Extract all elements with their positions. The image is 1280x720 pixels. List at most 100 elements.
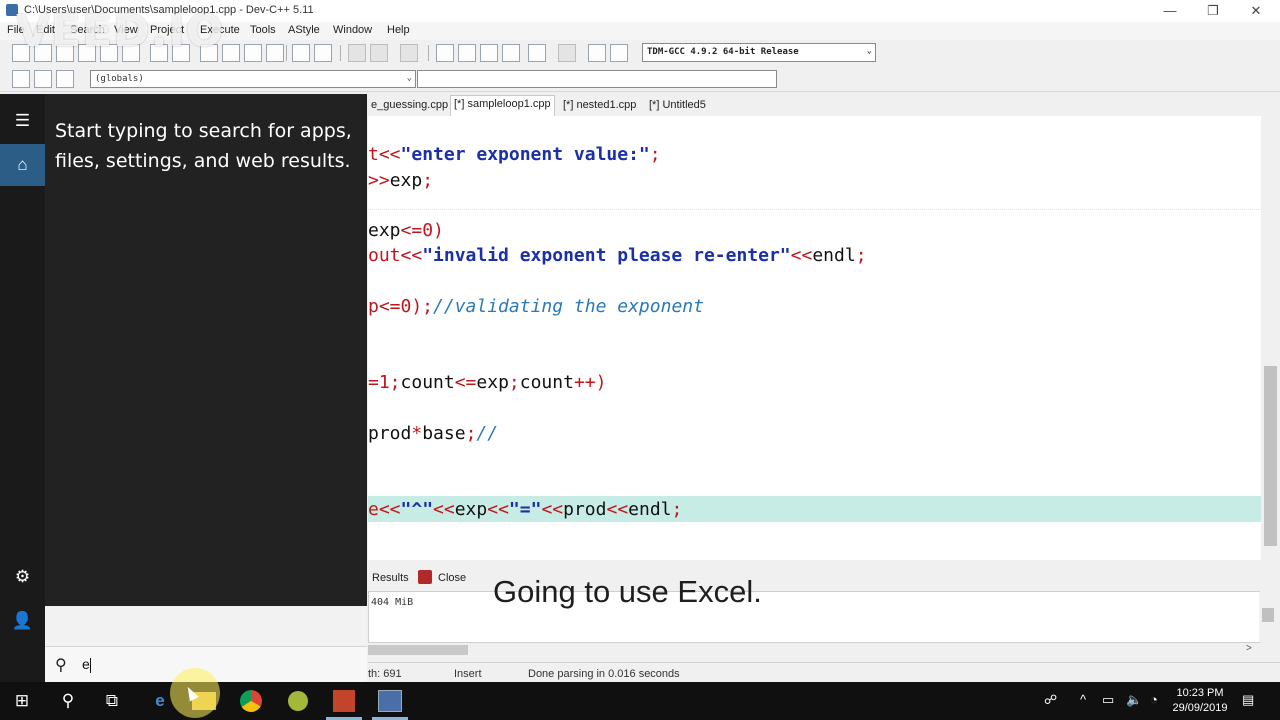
scrollbar-thumb[interactable] xyxy=(1262,608,1274,622)
log-horizontal-scrollbar[interactable]: > xyxy=(368,643,1260,657)
log-text: 404 MiB xyxy=(371,597,414,608)
menu-search[interactable]: Search xyxy=(70,24,105,36)
menu-view[interactable]: View xyxy=(114,24,138,36)
text-caret xyxy=(90,658,91,673)
find-next-icon[interactable] xyxy=(244,44,262,62)
compile-run-icon[interactable] xyxy=(480,44,498,62)
chrome-browser-icon[interactable] xyxy=(240,690,262,712)
chevron-down-icon: ⌄ xyxy=(866,46,872,56)
menu-file[interactable]: File xyxy=(7,24,25,36)
redo-icon[interactable] xyxy=(172,44,190,62)
undo-icon[interactable] xyxy=(150,44,168,62)
editor-tabs: e_guessing.cpp [*] sampleloop1.cpp [*] n… xyxy=(368,94,1280,116)
panel-close-button[interactable]: Close xyxy=(438,572,466,584)
code-line: prod*base;// xyxy=(368,423,499,444)
scrollbar-thumb[interactable] xyxy=(368,645,468,655)
chevron-up-icon[interactable]: ^ xyxy=(1080,692,1086,707)
scroll-right-icon[interactable]: > xyxy=(1246,643,1252,654)
compiler-select[interactable]: TDM-GCC 4.9.2 64-bit Release ⌄ xyxy=(642,43,876,62)
task-view-icon[interactable]: ⧉ xyxy=(98,688,126,714)
clock[interactable]: 10:23 PM 29/09/2019 xyxy=(1170,686,1230,716)
menu-edit[interactable]: Edit xyxy=(36,24,55,36)
tab-guessing[interactable]: e_guessing.cpp xyxy=(368,97,451,116)
save-icon[interactable] xyxy=(56,44,74,62)
screen: C:\Users\user\Documents\sampleloop1.cpp … xyxy=(0,0,1280,720)
windows-start-icon[interactable]: ⊞ xyxy=(8,688,36,714)
editor-vertical-scrollbar[interactable] xyxy=(1261,116,1280,560)
scrollbar-thumb[interactable] xyxy=(1264,366,1277,546)
status-length: th: 691 xyxy=(368,668,402,680)
restore-button[interactable]: ❐ xyxy=(1193,0,1233,22)
code-editor[interactable]: t<<"enter exponent value:"; >>exp; exp<=… xyxy=(368,116,1261,560)
forward-icon[interactable] xyxy=(370,44,388,62)
tab-nested1[interactable]: [*] nested1.cpp xyxy=(560,97,639,116)
powerpoint-icon[interactable] xyxy=(333,690,355,712)
window-title: C:\Users\user\Documents\sampleloop1.cpp … xyxy=(24,4,314,16)
save-all-icon[interactable] xyxy=(78,44,96,62)
member-select[interactable] xyxy=(417,70,777,88)
code-line: e<<"^"<<exp<<"="<<prod<<endl; xyxy=(368,499,683,520)
goto-line-icon[interactable] xyxy=(266,44,284,62)
syntax-check-icon[interactable] xyxy=(528,44,546,62)
minimize-button[interactable]: — xyxy=(1150,0,1190,22)
unindent-icon[interactable] xyxy=(314,44,332,62)
network-icon[interactable]: ◔ xyxy=(1150,692,1158,707)
codeblocks-icon[interactable] xyxy=(288,691,308,711)
code-line: >>exp; xyxy=(368,170,434,191)
scope-select[interactable]: (globals) ⌄ xyxy=(90,70,416,88)
chevron-down-icon: ⌄ xyxy=(406,73,412,83)
indent-icon[interactable] xyxy=(292,44,310,62)
bookmark-icon[interactable] xyxy=(400,44,418,62)
settings-gear-icon[interactable]: ⚙ xyxy=(0,556,45,598)
home-icon[interactable]: ⌂ xyxy=(0,144,45,186)
search-icon[interactable]: ⚲ xyxy=(54,688,82,714)
tab-sampleloop1[interactable]: [*] sampleloop1.cpp xyxy=(450,95,555,116)
profile-chart-icon[interactable] xyxy=(588,44,606,62)
insert-icon[interactable] xyxy=(12,70,30,88)
video-caption: Going to use Excel. xyxy=(493,574,762,609)
hamburger-menu-icon[interactable]: ☰ xyxy=(0,100,45,142)
bookmark-toggle-icon[interactable] xyxy=(56,70,74,88)
menu-tools[interactable]: Tools xyxy=(250,24,276,36)
new-file-icon[interactable] xyxy=(12,44,30,62)
title-bar: C:\Users\user\Documents\sampleloop1.cpp … xyxy=(0,0,1280,22)
find-icon[interactable] xyxy=(200,44,218,62)
close-icon[interactable] xyxy=(418,570,432,584)
goto-icon[interactable] xyxy=(34,70,52,88)
compile-icon[interactable] xyxy=(436,44,454,62)
devcpp-taskbar-icon[interactable] xyxy=(378,690,402,712)
run-icon[interactable] xyxy=(458,44,476,62)
code-line: =1;count<=exp;count++) xyxy=(368,372,607,393)
compiler-select-value: TDM-GCC 4.9.2 64-bit Release xyxy=(647,47,799,57)
close-button[interactable]: ✕ xyxy=(1236,0,1276,22)
clock-time: 10:23 PM xyxy=(1176,687,1224,699)
menu-execute[interactable]: Execute xyxy=(200,24,240,36)
user-account-icon[interactable]: 👤 xyxy=(0,600,45,642)
open-file-icon[interactable] xyxy=(34,44,52,62)
menu-astyle[interactable]: AStyle xyxy=(288,24,320,36)
close-file-icon[interactable] xyxy=(100,44,118,62)
search-icon: ⚲ xyxy=(55,657,67,674)
back-icon[interactable] xyxy=(348,44,366,62)
tab-untitled5[interactable]: [*] Untitled5 xyxy=(646,97,709,116)
stop-icon[interactable] xyxy=(558,44,576,62)
people-icon[interactable]: ☍ xyxy=(1044,692,1057,708)
menu-window[interactable]: Window xyxy=(333,24,372,36)
status-bar: th: 691 Insert Done parsing in 0.016 sec… xyxy=(368,662,1280,684)
search-input-value: e xyxy=(82,656,90,672)
tab-results[interactable]: Results xyxy=(372,572,409,584)
clock-date: 29/09/2019 xyxy=(1172,702,1228,714)
battery-icon[interactable]: ▭ xyxy=(1102,692,1114,708)
menu-help[interactable]: Help xyxy=(387,24,410,36)
code-line: exp<=0) xyxy=(368,220,444,241)
replace-icon[interactable] xyxy=(222,44,240,62)
rebuild-icon[interactable] xyxy=(502,44,520,62)
status-mode: Insert xyxy=(454,668,482,680)
volume-icon[interactable]: 🔈 xyxy=(1126,692,1142,708)
menu-project[interactable]: Project xyxy=(150,24,184,36)
debug-icon[interactable] xyxy=(610,44,628,62)
log-vertical-scrollbar[interactable] xyxy=(1259,592,1277,642)
notification-center-icon[interactable]: ▤ xyxy=(1242,692,1254,708)
print-icon[interactable] xyxy=(122,44,140,62)
search-hint-text: Start typing to search for apps, files, … xyxy=(55,120,352,172)
